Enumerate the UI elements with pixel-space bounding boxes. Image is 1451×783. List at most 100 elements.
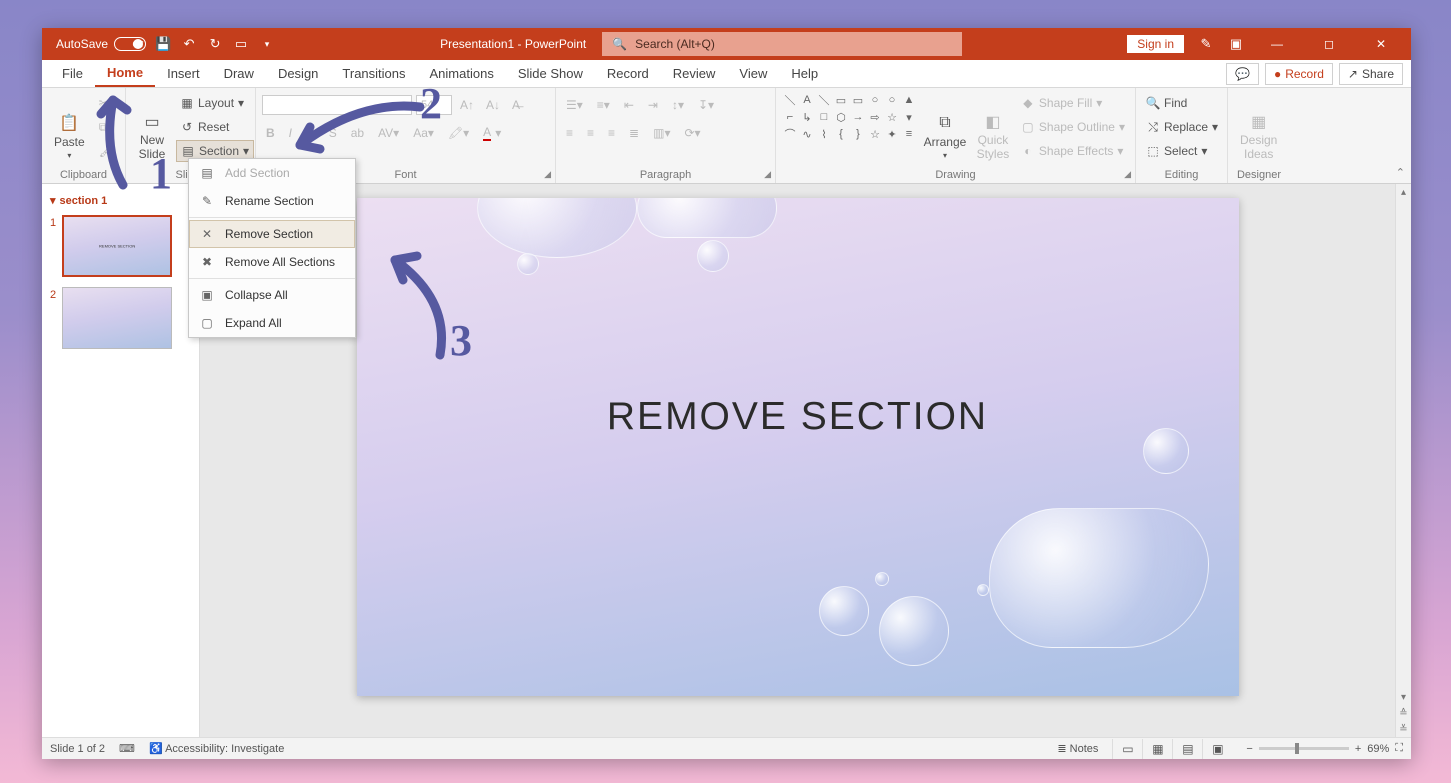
- arrange-button[interactable]: ⧉Arrange▾: [921, 92, 969, 181]
- next-slide-icon[interactable]: ≚: [1399, 721, 1407, 737]
- indent-icon[interactable]: ⇥: [644, 94, 662, 116]
- tab-design[interactable]: Design: [266, 60, 330, 87]
- italic-icon[interactable]: I: [285, 122, 296, 144]
- close-button[interactable]: ✕: [1361, 28, 1401, 60]
- vertical-scrollbar[interactable]: ▴ ▾ ≙ ≚: [1395, 184, 1411, 737]
- slide[interactable]: REMOVE SECTION: [357, 198, 1239, 696]
- pen-icon[interactable]: ✎: [1197, 35, 1215, 53]
- slideshow-view-icon[interactable]: ▣: [1202, 739, 1232, 759]
- tab-view[interactable]: View: [727, 60, 779, 87]
- shape-outline-button[interactable]: ▢Shape Outline ▾: [1017, 116, 1129, 138]
- justify-icon[interactable]: ≣: [625, 122, 643, 144]
- minimize-button[interactable]: —: [1257, 28, 1297, 60]
- save-icon[interactable]: 💾: [154, 35, 172, 53]
- autosave-toggle[interactable]: AutoSave Off: [56, 37, 146, 51]
- thumbnail-pane[interactable]: ▾ section 1 1 REMOVE SECTION 2: [42, 184, 200, 737]
- reading-view-icon[interactable]: ▤: [1172, 739, 1202, 759]
- smartart-icon[interactable]: ⟳▾: [680, 122, 704, 144]
- shrink-font-icon[interactable]: A↓: [482, 94, 504, 116]
- collapse-ribbon-icon[interactable]: ⌃: [1396, 166, 1405, 179]
- tab-insert[interactable]: Insert: [155, 60, 212, 87]
- font-launcher-icon[interactable]: ◢: [544, 169, 551, 180]
- notes-button[interactable]: ≣ Notes: [1057, 742, 1098, 755]
- copy-icon[interactable]: ⧉: [95, 116, 118, 138]
- find-button[interactable]: 🔍Find: [1142, 92, 1222, 114]
- tab-review[interactable]: Review: [661, 60, 728, 87]
- reset-button[interactable]: ↺Reset: [176, 116, 254, 138]
- undo-icon[interactable]: ↶: [180, 35, 198, 53]
- grow-font-icon[interactable]: A↑: [456, 94, 478, 116]
- present-icon[interactable]: ▭: [232, 35, 250, 53]
- scroll-up-icon[interactable]: ▴: [1401, 184, 1406, 200]
- align-left-icon[interactable]: ≡: [562, 122, 577, 144]
- fit-window-icon[interactable]: ⛶: [1395, 742, 1403, 755]
- menu-expand-all[interactable]: ▢Expand All: [189, 309, 355, 337]
- font-family-box[interactable]: [262, 95, 412, 115]
- accessibility-status[interactable]: ♿ Accessibility: Investigate: [149, 742, 284, 755]
- ribbon-display-icon[interactable]: ▣: [1227, 35, 1245, 53]
- scroll-down-icon[interactable]: ▾: [1401, 689, 1406, 705]
- new-slide-button[interactable]: ▭ New Slide: [132, 92, 172, 181]
- tab-home[interactable]: Home: [95, 60, 155, 87]
- design-ideas-button[interactable]: ▦Design Ideas: [1234, 92, 1283, 181]
- share-button[interactable]: ↗ Share: [1339, 63, 1403, 85]
- bold-icon[interactable]: B: [262, 122, 279, 144]
- underline-icon[interactable]: U: [302, 122, 319, 144]
- comments-button[interactable]: 💬: [1226, 63, 1259, 85]
- align-right-icon[interactable]: ≡: [604, 122, 619, 144]
- menu-remove-all-sections[interactable]: ✖Remove All Sections: [189, 248, 355, 276]
- shadow-icon[interactable]: ab: [347, 122, 368, 144]
- menu-collapse-all[interactable]: ▣Collapse All: [189, 281, 355, 309]
- drawing-launcher-icon[interactable]: ◢: [1124, 169, 1131, 180]
- thumbnail-2[interactable]: [62, 287, 172, 349]
- strike-icon[interactable]: S: [325, 122, 341, 144]
- tab-record[interactable]: Record: [595, 60, 661, 87]
- prev-slide-icon[interactable]: ≙: [1399, 705, 1407, 721]
- canvas-area[interactable]: REMOVE SECTION: [200, 184, 1395, 737]
- thumbnail-1[interactable]: REMOVE SECTION: [62, 215, 172, 277]
- tab-draw[interactable]: Draw: [212, 60, 266, 87]
- shape-effects-button[interactable]: ◐Shape Effects ▾: [1017, 140, 1129, 162]
- sorter-view-icon[interactable]: ▦: [1142, 739, 1172, 759]
- linespacing-icon[interactable]: ↕▾: [668, 94, 688, 116]
- shapes-gallery[interactable]: ＼A＼▭▭○○▲ ⌐↳□⬡→⇨☆▾ ⌒∿⌇{}☆✦≡: [782, 92, 917, 181]
- tab-file[interactable]: File: [50, 60, 95, 87]
- redo-icon[interactable]: ↻: [206, 35, 224, 53]
- zoom-in-icon[interactable]: +: [1355, 743, 1361, 755]
- record-button[interactable]: ● Record: [1265, 63, 1333, 85]
- maximize-button[interactable]: ◻: [1309, 28, 1349, 60]
- shape-fill-button[interactable]: ◆Shape Fill ▾: [1017, 92, 1129, 114]
- highlight-icon[interactable]: 🖍▾: [444, 122, 473, 144]
- tab-help[interactable]: Help: [779, 60, 830, 87]
- layout-button[interactable]: ▦Layout ▾: [176, 92, 254, 114]
- select-button[interactable]: ⬚Select ▾: [1142, 140, 1222, 162]
- columns-icon[interactable]: ▥▾: [649, 122, 674, 144]
- section-header[interactable]: ▾ section 1: [50, 190, 191, 211]
- replace-button[interactable]: ⤭Replace ▾: [1142, 116, 1222, 138]
- tab-slideshow[interactable]: Slide Show: [506, 60, 595, 87]
- quickstyles-button[interactable]: ◧Quick Styles: [973, 92, 1013, 181]
- bullets-icon[interactable]: ☰▾: [562, 94, 587, 116]
- menu-remove-section[interactable]: ✕Remove Section: [189, 220, 355, 248]
- textdir-icon[interactable]: ↧▾: [694, 94, 718, 116]
- format-painter-icon[interactable]: 🖌: [95, 140, 118, 162]
- changecase-icon[interactable]: Aa▾: [409, 122, 438, 144]
- numbering-icon[interactable]: ≡▾: [593, 94, 614, 116]
- clipboard-launcher-icon[interactable]: ◢: [114, 169, 121, 180]
- tab-animations[interactable]: Animations: [418, 60, 506, 87]
- tab-transitions[interactable]: Transitions: [330, 60, 417, 87]
- paragraph-launcher-icon[interactable]: ◢: [764, 169, 771, 180]
- qat-dropdown-icon[interactable]: ▾: [258, 35, 276, 53]
- menu-rename-section[interactable]: ✎Rename Section: [189, 187, 355, 215]
- zoom-out-icon[interactable]: −: [1246, 743, 1252, 755]
- align-center-icon[interactable]: ≡: [583, 122, 598, 144]
- normal-view-icon[interactable]: ▭: [1112, 739, 1142, 759]
- spellcheck-icon[interactable]: ⌨: [119, 742, 135, 755]
- spacing-icon[interactable]: AV▾: [374, 122, 403, 144]
- search-box[interactable]: 🔍 Search (Alt+Q): [602, 32, 962, 56]
- fontcolor-icon[interactable]: A▾: [479, 122, 505, 144]
- font-size-box[interactable]: 54: [416, 95, 452, 115]
- menu-add-section[interactable]: ▤Add Section: [189, 159, 355, 187]
- paste-button[interactable]: 📋 Paste ▾: [48, 92, 91, 181]
- zoom-slider[interactable]: [1259, 747, 1349, 750]
